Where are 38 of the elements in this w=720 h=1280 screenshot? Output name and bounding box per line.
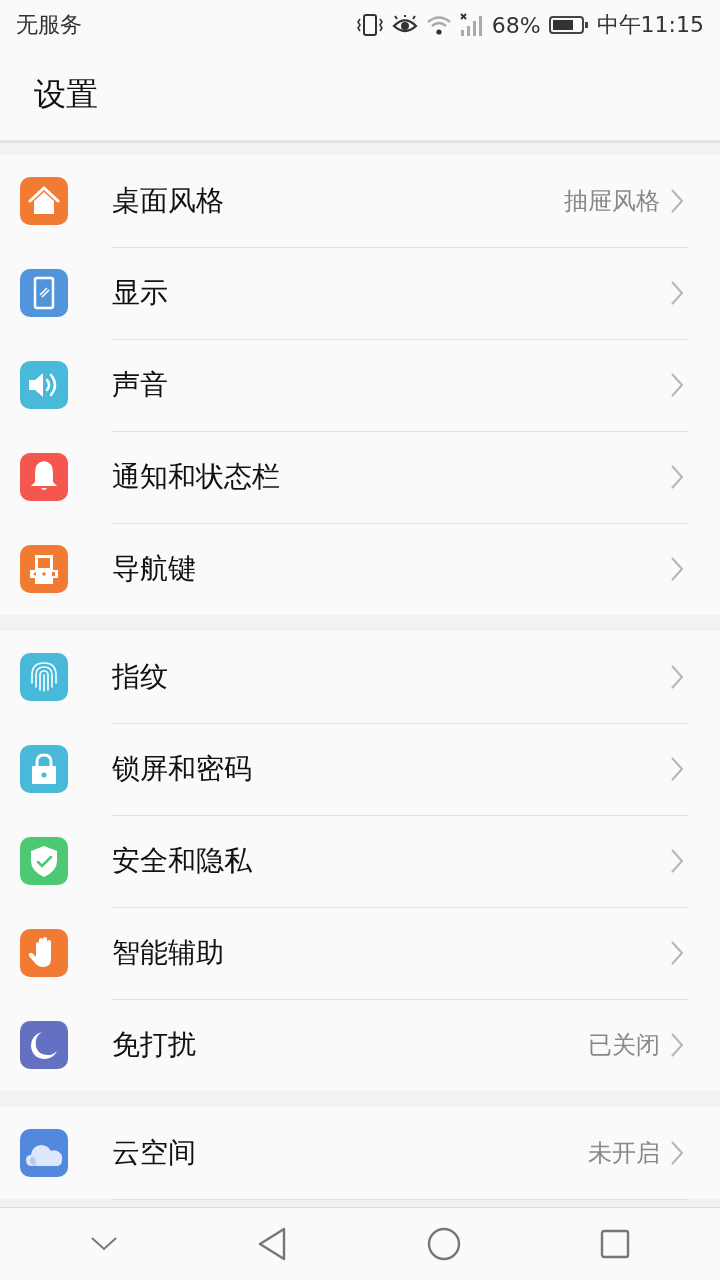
- home-button-icon[interactable]: [426, 1227, 461, 1261]
- carrier-text: 无服务: [16, 11, 82, 39]
- recents-icon[interactable]: [600, 1229, 631, 1259]
- setting-value: 已关闭: [588, 1030, 660, 1061]
- chevron-icon: [670, 1032, 684, 1058]
- setting-label[interactable]: 显示: [112, 273, 670, 312]
- chevron-icon: [670, 939, 684, 966]
- vibrate-icon: [355, 13, 384, 37]
- chevron-icon: [670, 279, 684, 306]
- chevron-icon: [670, 187, 684, 214]
- page-title: 设置: [34, 74, 98, 115]
- chevron-icon: [670, 463, 684, 490]
- setting-label[interactable]: 指纹: [112, 657, 670, 696]
- eye-icon: [391, 15, 418, 35]
- chevron-icon: [670, 371, 684, 398]
- chevron-icon: [670, 847, 684, 874]
- setting-label[interactable]: 桌面风格: [112, 181, 564, 220]
- chevron-icon: [670, 556, 684, 582]
- setting-value: 未开启: [588, 1137, 660, 1169]
- setting-label[interactable]: 安全和隐私: [112, 841, 670, 880]
- clock-time: 中午11:15: [596, 11, 704, 39]
- setting-value: 抽屉风格: [564, 185, 660, 217]
- battery-percent: 68%: [491, 12, 541, 38]
- wifi-icon: [425, 15, 452, 35]
- no-signal-icon: [459, 13, 484, 37]
- chevron-icon: [670, 1139, 684, 1166]
- setting-label[interactable]: 导航键: [112, 550, 670, 588]
- back-icon[interactable]: [257, 1227, 288, 1261]
- chevron-icon: [670, 663, 684, 690]
- setting-label[interactable]: 免打扰: [112, 1026, 588, 1064]
- setting-label[interactable]: 锁屏和密码: [112, 749, 670, 788]
- setting-label[interactable]: 声音: [112, 365, 670, 404]
- battery-icon: [548, 15, 589, 35]
- collapse-icon[interactable]: [89, 1236, 118, 1252]
- setting-label[interactable]: 通知和状态栏: [112, 457, 670, 496]
- setting-label[interactable]: 智能辅助: [112, 933, 670, 972]
- setting-label[interactable]: 云空间: [112, 1133, 588, 1172]
- chevron-icon: [670, 755, 684, 782]
